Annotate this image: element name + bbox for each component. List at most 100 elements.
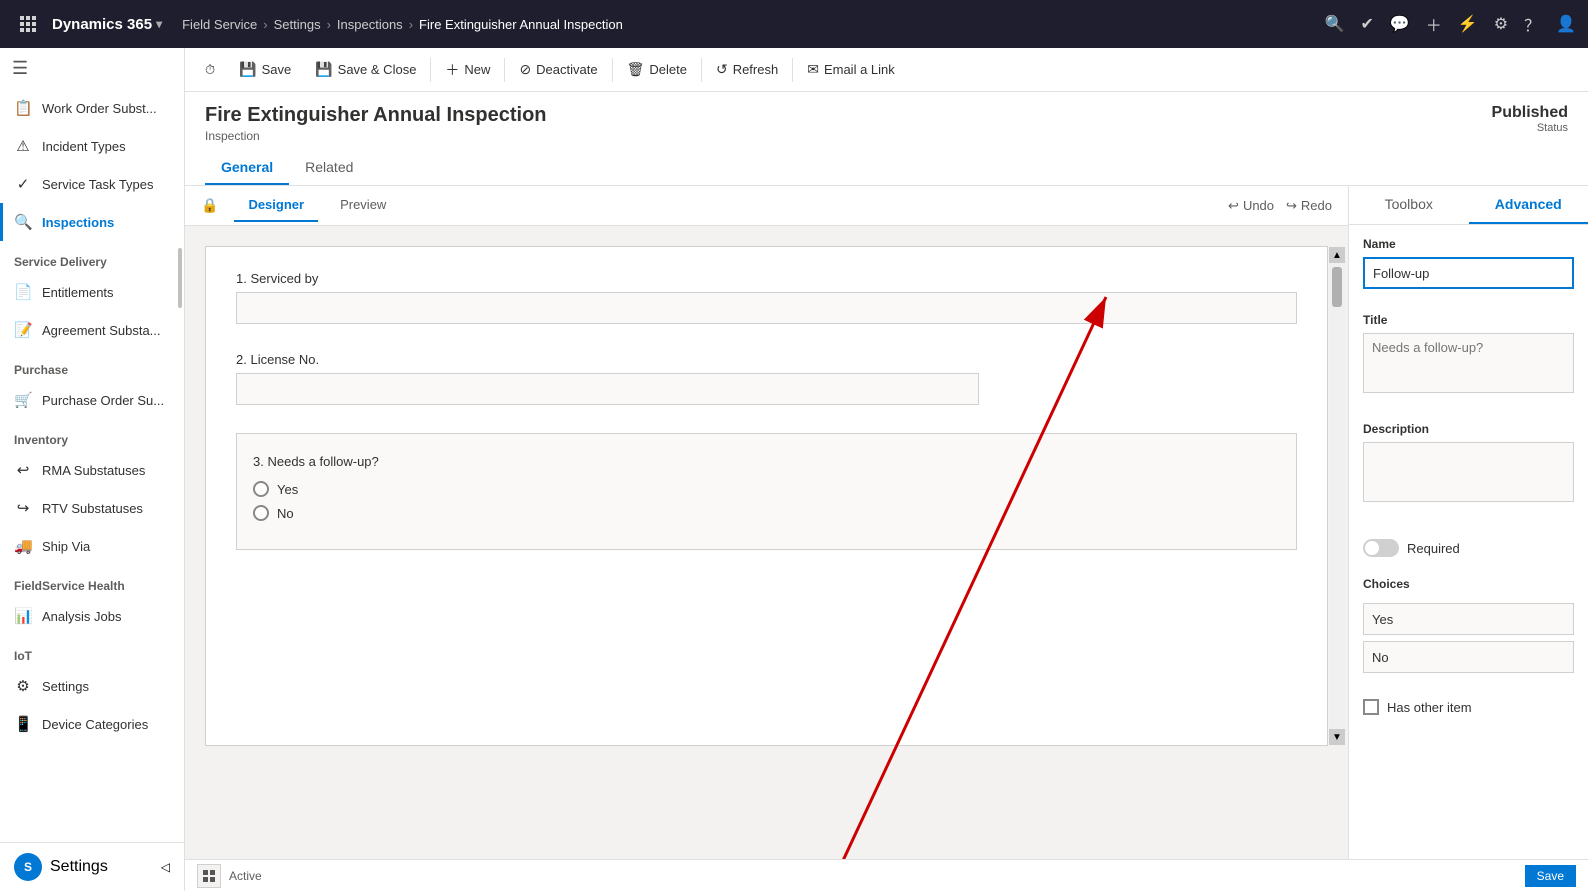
scroll-down-arrow[interactable]: ▼ <box>1329 729 1345 745</box>
radio-yes[interactable] <box>253 481 269 497</box>
status-save-button[interactable]: Save <box>1525 865 1576 887</box>
name-section: Name <box>1349 225 1588 301</box>
sidebar-item-rma[interactable]: ↩ RMA Substatuses <box>0 451 184 489</box>
sidebar-label-entitlements: Entitlements <box>42 285 114 300</box>
divider-5 <box>792 58 793 82</box>
description-field-input[interactable] <box>1363 442 1574 502</box>
record-subtitle: Inspection <box>205 129 547 143</box>
choice-no-input[interactable] <box>1363 641 1574 673</box>
q1-input[interactable] <box>236 292 1297 324</box>
q2-text: License No. <box>250 352 319 367</box>
section-fieldservice-health: FieldService Health <box>0 565 184 597</box>
settings-icon[interactable]: ⚙ <box>1494 14 1508 34</box>
sidebar-label-rma: RMA Substatuses <box>42 463 145 478</box>
checkmark-circle-icon[interactable]: ✔ <box>1360 14 1373 34</box>
q3-text: Needs a follow-up? <box>267 454 378 469</box>
q3-option-yes[interactable]: Yes <box>253 481 1280 497</box>
agreement-icon: 📝 <box>14 321 32 339</box>
sidebar-label-device: Device Categories <box>42 717 148 732</box>
sidebar-user[interactable]: S Settings ◁ <box>0 843 184 891</box>
save-close-label: Save & Close <box>338 62 417 77</box>
sidebar-item-incident-types[interactable]: ⚠ Incident Types <box>0 127 184 165</box>
refresh-icon: ↺ <box>716 61 728 78</box>
sidebar-label-agreement: Agreement Substa... <box>42 323 161 338</box>
email-link-button[interactable]: ✉ Email a Link <box>795 48 907 92</box>
sidebar-item-inspections[interactable]: 🔍 Inspections <box>0 203 184 241</box>
scroll-up-arrow[interactable]: ▲ <box>1329 247 1345 263</box>
save-close-button[interactable]: 💾 Save & Close <box>303 48 428 92</box>
app-name[interactable]: Dynamics 365 ▾ <box>52 16 162 33</box>
sidebar: ☰ 📋 Work Order Subst... ⚠ Incident Types… <box>0 48 185 891</box>
canvas-scrollbar-track: ▲ ▼ <box>1329 247 1345 745</box>
q1-text: Serviced by <box>250 271 318 286</box>
save-button[interactable]: 💾 Save <box>227 48 303 92</box>
tab-advanced[interactable]: Advanced <box>1469 186 1588 224</box>
delete-button[interactable]: 🗑 Delete <box>615 48 699 92</box>
required-toggle-row: Required <box>1363 539 1574 557</box>
q3-number: 3. <box>253 454 267 469</box>
sidebar-toggle[interactable]: ☰ <box>0 48 184 89</box>
redo-button[interactable]: ↪ Redo <box>1286 198 1332 214</box>
new-button[interactable]: ＋ New <box>433 48 502 92</box>
sidebar-item-work-order-subst[interactable]: 📋 Work Order Subst... <box>0 89 184 127</box>
sidebar-item-entitlements[interactable]: 📄 Entitlements <box>0 273 184 311</box>
history-back-button[interactable]: ⏱ <box>193 48 227 92</box>
right-panel: Toolbox Advanced Name Title Description <box>1348 186 1588 859</box>
help-circle-icon[interactable]: 💬 <box>1390 14 1410 34</box>
question-3-box: 3. Needs a follow-up? Yes No <box>236 433 1297 550</box>
required-toggle[interactable] <box>1363 539 1399 557</box>
tab-toolbox[interactable]: Toolbox <box>1349 186 1469 224</box>
sidebar-item-service-task-types[interactable]: ✓ Service Task Types <box>0 165 184 203</box>
grid-menu-icon[interactable] <box>12 8 44 40</box>
top-nav-right: 🔍 ✔ 💬 ＋ ⚡ ⚙ ？ 👤 <box>1325 12 1576 36</box>
sidebar-label-iot-settings: Settings <box>42 679 89 694</box>
tab-related[interactable]: Related <box>289 151 369 185</box>
breadcrumb-settings[interactable]: Settings <box>274 17 321 32</box>
name-field-label: Name <box>1363 237 1574 251</box>
filter-icon[interactable]: ⚡ <box>1458 14 1478 34</box>
user-icon[interactable]: 👤 <box>1556 14 1576 34</box>
has-other-checkbox[interactable] <box>1363 699 1379 715</box>
sidebar-user-label: Settings <box>50 858 108 876</box>
sidebar-item-rtv[interactable]: ↪ RTV Substatuses <box>0 489 184 527</box>
save-icon: 💾 <box>239 61 256 78</box>
section-iot: IoT <box>0 635 184 667</box>
email-icon: ✉ <box>807 61 819 78</box>
breadcrumb-field-service[interactable]: Field Service <box>182 17 257 32</box>
email-link-label: Email a Link <box>824 62 895 77</box>
collapse-icon[interactable]: ◁ <box>161 860 170 874</box>
name-field-input[interactable] <box>1363 257 1574 289</box>
choice-yes-input[interactable] <box>1363 603 1574 635</box>
q2-label: 2. License No. <box>236 352 1297 367</box>
divider-3 <box>612 58 613 82</box>
sidebar-item-ship-via[interactable]: 🚚 Ship Via <box>0 527 184 565</box>
sidebar-item-purchase-order[interactable]: 🛒 Purchase Order Su... <box>0 381 184 419</box>
q3-option-no[interactable]: No <box>253 505 1280 521</box>
radio-no[interactable] <box>253 505 269 521</box>
deactivate-label: Deactivate <box>536 62 597 77</box>
plus-icon[interactable]: ＋ <box>1426 12 1442 36</box>
sidebar-item-iot-settings[interactable]: ⚙ Settings <box>0 667 184 705</box>
sidebar-label-ship: Ship Via <box>42 539 90 554</box>
grid-view-button[interactable] <box>197 864 221 888</box>
undo-button[interactable]: ↩ Undo <box>1228 198 1274 214</box>
title-section: Title <box>1349 301 1588 410</box>
status-bar-right: Save <box>1525 865 1576 887</box>
tab-preview[interactable]: Preview <box>326 189 400 222</box>
tab-designer[interactable]: Designer <box>234 189 318 222</box>
title-field-input[interactable] <box>1363 333 1574 393</box>
warning-icon: ⚠ <box>14 137 32 155</box>
record-status: Published Status <box>1492 104 1568 134</box>
deactivate-button[interactable]: ⊘ Deactivate <box>507 48 609 92</box>
q2-input[interactable] <box>236 373 979 405</box>
help-icon[interactable]: ？ <box>1524 12 1540 36</box>
search-icon[interactable]: 🔍 <box>1325 14 1345 34</box>
content-area: ⏱ 💾 Save 💾 Save & Close ＋ New ⊘ Deactiva… <box>185 48 1588 891</box>
tab-general[interactable]: General <box>205 151 289 185</box>
undo-label: Undo <box>1243 198 1274 213</box>
sidebar-item-device-categories[interactable]: 📱 Device Categories <box>0 705 184 743</box>
refresh-button[interactable]: ↺ Refresh <box>704 48 790 92</box>
breadcrumb-inspections[interactable]: Inspections <box>337 17 403 32</box>
sidebar-item-analysis-jobs[interactable]: 📊 Analysis Jobs <box>0 597 184 635</box>
sidebar-item-agreement[interactable]: 📝 Agreement Substa... <box>0 311 184 349</box>
